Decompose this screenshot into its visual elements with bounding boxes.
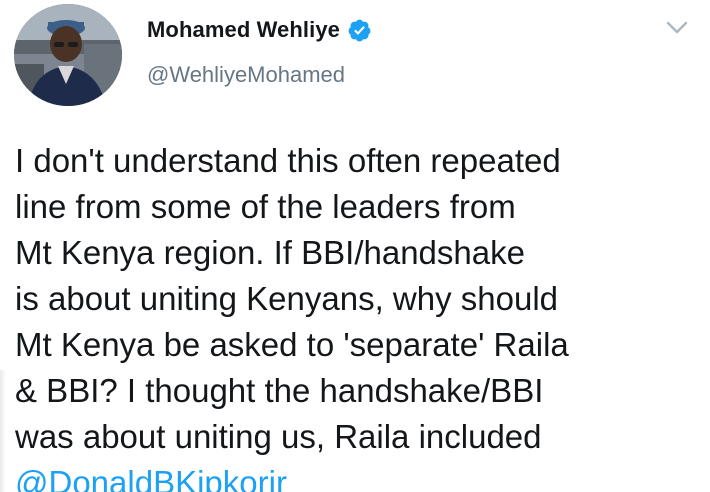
author-handle[interactable]: @WehliyeMohamed (147, 62, 345, 88)
tweet-text-line: I don't understand this often repeated (15, 142, 561, 179)
tweet-mention-line: @DonaldBKipkorir (15, 460, 705, 492)
tweet-menu-button[interactable] (660, 14, 694, 42)
tweet-text: I don't understand this often repeated l… (15, 138, 705, 492)
avatar[interactable] (14, 4, 122, 106)
tweet-text-line: was about uniting us, Raila included (15, 418, 542, 455)
tweet-card: Mohamed Wehliye @WehliyeMohamed I don't … (0, 0, 710, 492)
chevron-down-icon (666, 21, 688, 34)
verified-badge-icon (347, 18, 372, 43)
tweet-text-line: Mt Kenya be asked to 'separate' Raila (15, 326, 569, 363)
tweet-text-line: Mt Kenya region. If BBI/handshake (15, 234, 525, 271)
author-display-name[interactable]: Mohamed Wehliye (147, 17, 340, 43)
author-name-row[interactable]: Mohamed Wehliye (147, 15, 372, 45)
tweet-text-line: & BBI? I thought the handshake/BBI (15, 372, 544, 409)
tweet-text-line: line from some of the leaders from (15, 188, 516, 225)
avatar-image (14, 4, 122, 106)
mention-link[interactable]: @DonaldBKipkorir (15, 464, 287, 492)
left-edge-shadow (0, 370, 6, 492)
tweet-text-line: is about uniting Kenyans, why should (15, 280, 559, 317)
